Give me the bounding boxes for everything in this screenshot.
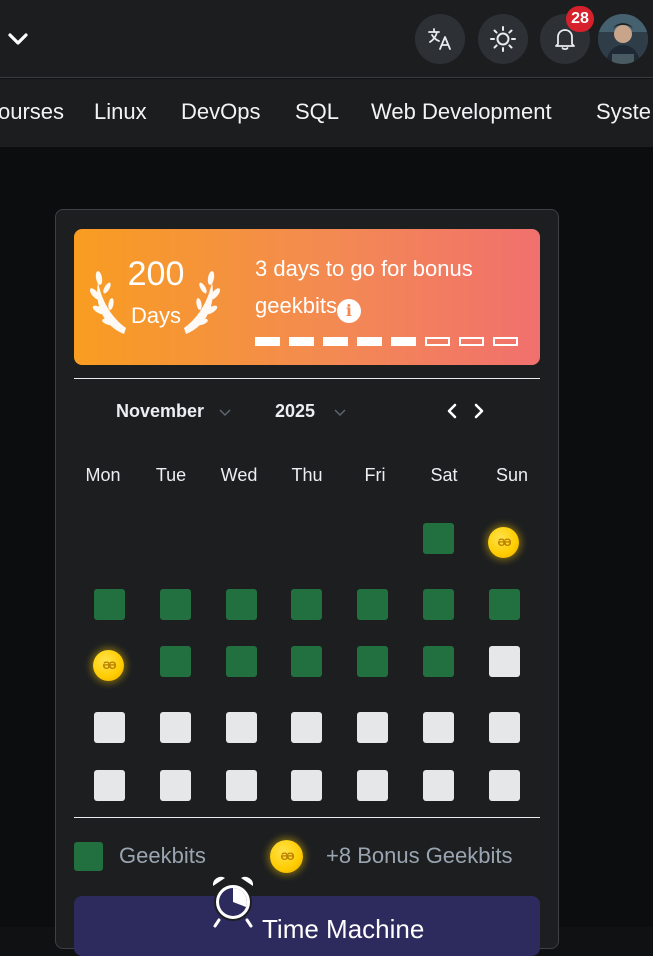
calendar-day-pending [94, 770, 125, 801]
weekday-fri: Fri [364, 465, 386, 485]
calendar-day-earned [357, 646, 388, 677]
progress-segment [493, 337, 518, 346]
divider-top [74, 378, 540, 379]
calendar-day-earned [489, 589, 520, 620]
user-avatar[interactable] [598, 14, 648, 64]
sun-icon [490, 26, 516, 52]
streak-days-label: Days [130, 303, 182, 328]
calendar-day-earned [423, 523, 454, 554]
progress-segment [255, 337, 280, 346]
weekday-wed: Wed [220, 465, 258, 485]
weekday-sat: Sat [430, 465, 458, 485]
next-month-icon[interactable] [470, 402, 488, 420]
calendar-day-pending [94, 712, 125, 743]
calendar-day-pending [160, 712, 191, 743]
prev-month-icon[interactable] [443, 402, 461, 420]
calendar-day-earned [226, 589, 257, 620]
nav-item-linux[interactable]: Linux [94, 99, 147, 125]
progress-segment [323, 337, 348, 346]
calendar-day-pending [291, 770, 322, 801]
calendar-bonus-coin: ƏƏ [488, 527, 519, 558]
nav-item-sql[interactable]: SQL [295, 99, 339, 125]
weekday-sun: Sun [495, 465, 529, 485]
calendar-day-pending [226, 770, 257, 801]
course-nav: ourses Linux DevOps SQL Web Development … [0, 79, 653, 147]
calendar-day-earned [291, 646, 322, 677]
geekbits-legend-label: Geekbits [119, 843, 206, 868]
calendar-day-earned [226, 646, 257, 677]
theme-toggle-button[interactable] [478, 14, 528, 64]
calendar-day-pending [226, 712, 257, 743]
calendar-day-earned [423, 589, 454, 620]
year-select[interactable]: 2025 [275, 401, 315, 422]
calendar-day-earned [423, 646, 454, 677]
calendar-day-earned [357, 589, 388, 620]
nav-item-devops[interactable]: DevOps [181, 99, 260, 125]
month-dropdown-icon[interactable] [218, 405, 232, 419]
geekbits-legend-swatch [74, 842, 103, 871]
calendar-day-pending [357, 770, 388, 801]
calendar-day-earned [160, 589, 191, 620]
weekday-tue: Tue [155, 465, 187, 485]
streak-days-count: 200 [127, 255, 185, 293]
weekday-mon: Mon [85, 465, 121, 485]
progress-segment [459, 337, 484, 346]
alarm-clock-icon [212, 876, 254, 928]
calendar-day-pending [357, 712, 388, 743]
progress-segment [391, 337, 416, 346]
chevron-down-icon[interactable] [6, 27, 30, 51]
translate-button[interactable] [415, 14, 465, 64]
year-dropdown-icon[interactable] [333, 405, 347, 419]
calendar-day-earned [94, 589, 125, 620]
weekday-thu: Thu [291, 465, 323, 485]
calendar-day-pending [423, 770, 454, 801]
notification-count-badge: 28 [566, 6, 594, 32]
translate-icon [428, 28, 451, 50]
calendar-day-pending [489, 770, 520, 801]
calendar-day-pending [291, 712, 322, 743]
bonus-legend-label: +8 Bonus Geekbits [326, 843, 513, 868]
bonus-progress-bar [255, 337, 518, 346]
progress-segment [289, 337, 314, 346]
calendar-day-pending [489, 646, 520, 677]
calendar-day-earned [160, 646, 191, 677]
time-machine-label: Time Machine [262, 914, 425, 944]
info-icon[interactable]: i [336, 298, 361, 323]
top-bar: 28 [0, 0, 653, 78]
calendar-bonus-coin: ƏƏ [93, 650, 124, 681]
bonus-countdown-text: 3 days to go for bonus geekbits [255, 256, 473, 318]
nav-item-courses[interactable]: ourses [0, 99, 64, 125]
bonus-countdown: 3 days to go for bonus geekbits i [255, 250, 530, 324]
nav-item-system[interactable]: Syste [596, 99, 651, 125]
calendar-day-pending [423, 712, 454, 743]
avatar-image [598, 14, 648, 64]
calendar-day-pending [489, 712, 520, 743]
calendar-day-earned [291, 589, 322, 620]
calendar-day-pending [160, 770, 191, 801]
progress-segment [425, 337, 450, 346]
bonus-coin-icon: ƏƏ [270, 840, 303, 873]
divider-bottom [74, 817, 540, 818]
progress-segment [357, 337, 382, 346]
month-select[interactable]: November [116, 401, 204, 422]
nav-item-web-development[interactable]: Web Development [371, 99, 552, 125]
